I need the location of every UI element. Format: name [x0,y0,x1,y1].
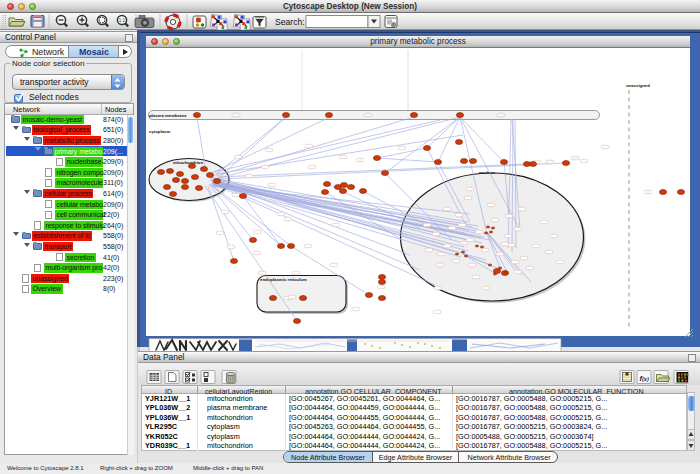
svg-text:f(x): f(x) [640,374,649,383]
